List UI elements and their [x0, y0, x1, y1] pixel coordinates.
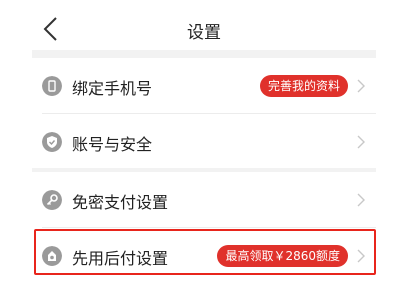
chevron-right-icon [357, 79, 365, 93]
chevron-right-icon [357, 249, 365, 263]
page-title: 设置 [187, 23, 221, 43]
settings-item-label: 账号与安全 [72, 135, 153, 154]
settings-item-account-security[interactable]: 账号与安全 [32, 114, 376, 170]
phone-icon [42, 76, 62, 96]
settings-section-account: 绑定手机号 完善我的资料 账号与安全 [32, 58, 376, 170]
key-icon [42, 190, 62, 210]
settings-item-label: 先用后付设置 [72, 249, 169, 268]
nav-bar: 设置 [0, 0, 408, 54]
settings-item-bind-phone[interactable]: 绑定手机号 完善我的资料 [32, 58, 376, 114]
pay-later-icon [42, 246, 62, 266]
settings-section-payment: 免密支付设置 先用后付设置 最高领取￥2860额度 [32, 172, 376, 284]
settings-item-label: 免密支付设置 [72, 193, 169, 212]
chevron-right-icon [357, 193, 365, 207]
section-gap [32, 50, 376, 58]
shield-check-icon [42, 132, 62, 152]
complete-profile-badge[interactable]: 完善我的资料 [259, 75, 348, 97]
settings-item-label: 绑定手机号 [72, 79, 153, 98]
settings-item-pay-later[interactable]: 先用后付设置 最高领取￥2860额度 [32, 228, 376, 284]
chevron-right-icon [357, 135, 365, 149]
settings-item-password-free-payment[interactable]: 免密支付设置 [32, 172, 376, 228]
credit-limit-badge[interactable]: 最高领取￥2860额度 [217, 245, 348, 267]
